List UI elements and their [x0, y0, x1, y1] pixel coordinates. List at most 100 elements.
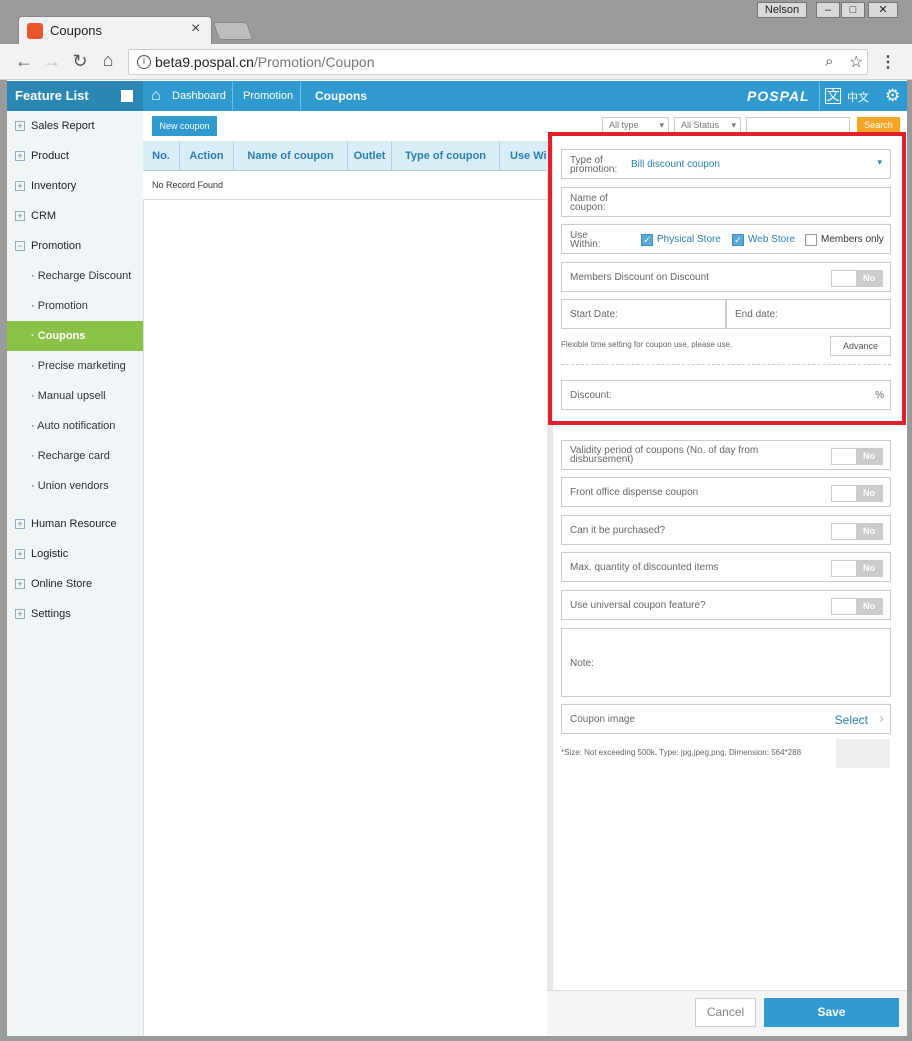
- header-divider: [819, 81, 820, 111]
- purchasable-toggle[interactable]: No: [831, 523, 883, 540]
- breadcrumb-divider: [300, 81, 301, 111]
- sidebar-item-human-resource[interactable]: + Human Resource: [7, 509, 143, 539]
- column-header[interactable]: Use Wi: [500, 141, 547, 171]
- column-header[interactable]: Action: [180, 141, 234, 171]
- table-divider: [143, 199, 547, 200]
- sidebar-item-label: Promotion: [31, 240, 82, 252]
- sidebar-subitem-coupons[interactable]: · Coupons: [7, 321, 143, 351]
- sidebar-item-label: Online Store: [31, 578, 93, 590]
- expand-icon: +: [15, 579, 25, 589]
- maximize-icon[interactable]: □: [841, 2, 865, 18]
- toggle-knob: No: [856, 524, 882, 539]
- new-tab-button[interactable]: [212, 22, 254, 40]
- column-header[interactable]: Name of coupon: [234, 141, 348, 171]
- field-label: Validity period of coupons (No. of day f…: [570, 445, 759, 465]
- sidebar-item-online-store[interactable]: + Online Store: [7, 569, 143, 599]
- browser-tab[interactable]: Coupons ×: [18, 16, 212, 46]
- image-preview-placeholder: [836, 739, 890, 768]
- select-image-link[interactable]: Select: [835, 713, 868, 727]
- sidebar-item-sales-report[interactable]: + Sales Report: [7, 111, 143, 141]
- universal-coupon-field: Use universal coupon feature? No: [561, 590, 891, 620]
- sidebar-item-settings[interactable]: + Settings: [7, 599, 143, 629]
- language-switch[interactable]: 中文: [847, 89, 869, 105]
- front-office-field: Front office dispense coupon No: [561, 477, 891, 507]
- chevron-down-icon: ▾: [659, 120, 664, 130]
- sidebar-subitem-recharge-card[interactable]: · Recharge card: [7, 441, 143, 471]
- subitem-text: Union vendors: [37, 480, 109, 492]
- close-tab-icon[interactable]: ×: [191, 20, 200, 38]
- collapse-sidebar-icon[interactable]: [121, 90, 133, 102]
- sidebar-item-label: Sales Report: [31, 120, 95, 132]
- sidebar-item-product[interactable]: + Product: [7, 141, 143, 171]
- zoom-icon[interactable]: ⌕: [825, 53, 833, 70]
- sidebar-subitem-auto-notification[interactable]: · Auto notification: [7, 411, 143, 441]
- sidebar-subitem-recharge-discount[interactable]: · Recharge Discount: [7, 261, 143, 291]
- home-browser-icon[interactable]: ⌂: [98, 50, 118, 71]
- type-filter-value: All type: [609, 120, 639, 130]
- sidebar-item-label: · Auto notification: [31, 420, 116, 432]
- new-coupon-button[interactable]: New coupon: [152, 116, 217, 136]
- sidebar-item-label: Inventory: [31, 180, 77, 192]
- note-field[interactable]: Note:: [561, 628, 891, 697]
- info-icon[interactable]: i: [137, 55, 151, 69]
- expand-icon: +: [15, 211, 25, 221]
- sidebar-item-crm[interactable]: + CRM: [7, 201, 143, 231]
- translate-icon[interactable]: 文: [825, 88, 841, 104]
- sidebar-subitem-precise-marketing[interactable]: · Precise marketing: [7, 351, 143, 381]
- toggle-knob: No: [856, 561, 882, 576]
- tab-title: Coupons: [50, 23, 103, 38]
- breadcrumb-dashboard[interactable]: Dashboard: [172, 81, 226, 111]
- expand-icon: +: [15, 519, 25, 529]
- address-bar[interactable]: i beta9.pospal.cn/Promotion/Coupon ⌕ ☆: [128, 49, 868, 75]
- sidebar-item-inventory[interactable]: + Inventory: [7, 171, 143, 201]
- subitem-text: Recharge card: [37, 450, 110, 462]
- sidebar-subitem-promotion[interactable]: · Promotion: [7, 291, 143, 321]
- expand-icon: +: [15, 121, 25, 131]
- max-quantity-toggle[interactable]: No: [831, 560, 883, 577]
- sidebar-item-label: · Precise marketing: [31, 360, 126, 372]
- column-header[interactable]: Type of coupon: [392, 141, 500, 171]
- subitem-text: Promotion: [37, 300, 88, 312]
- user-badge[interactable]: Nelson: [757, 2, 807, 18]
- table-header: No. Action Name of coupon Outlet Type of…: [143, 141, 547, 171]
- subitem-text: Auto notification: [37, 420, 116, 432]
- sidebar-subitem-manual-upsell[interactable]: · Manual upsell: [7, 381, 143, 411]
- window-frame-bottom: [0, 1036, 912, 1041]
- validity-period-toggle[interactable]: No: [831, 448, 883, 465]
- forward-icon[interactable]: →: [42, 51, 62, 72]
- minimize-icon[interactable]: –: [816, 2, 840, 18]
- sidebar-item-label: Logistic: [31, 548, 69, 560]
- subitem-text: Precise marketing: [37, 360, 126, 372]
- breadcrumb-promotion[interactable]: Promotion: [243, 81, 293, 111]
- sidebar-subitem-union-vendors[interactable]: · Union vendors: [7, 471, 143, 501]
- gear-icon[interactable]: ⚙: [885, 86, 900, 106]
- bookmark-star-icon[interactable]: ☆: [849, 52, 863, 72]
- coupon-image-field[interactable]: Coupon image Select ›: [561, 704, 891, 734]
- front-office-toggle[interactable]: No: [831, 485, 883, 502]
- reload-icon[interactable]: ↻: [70, 51, 90, 72]
- column-header[interactable]: No.: [143, 141, 180, 171]
- save-button[interactable]: Save: [764, 998, 899, 1027]
- sidebar-item-label: Human Resource: [31, 518, 117, 530]
- sidebar-item-label: · Recharge Discount: [31, 270, 132, 282]
- cancel-button[interactable]: Cancel: [695, 998, 756, 1027]
- window-frame-right: [907, 80, 912, 1041]
- close-window-icon[interactable]: ✕: [868, 2, 898, 18]
- collapse-icon: −: [15, 241, 25, 251]
- expand-icon: +: [15, 151, 25, 161]
- field-label: Use universal coupon feature?: [570, 600, 706, 611]
- sidebar-item-logistic[interactable]: + Logistic: [7, 539, 143, 569]
- back-icon[interactable]: ←: [14, 51, 34, 72]
- sidebar-item-promotion[interactable]: − Promotion: [7, 231, 143, 261]
- column-header[interactable]: Outlet: [348, 141, 392, 171]
- sidebar-header: Feature List: [7, 81, 143, 111]
- field-label: Front office dispense coupon: [570, 487, 699, 498]
- expand-icon: +: [15, 181, 25, 191]
- subitem-text: Recharge Discount: [37, 270, 132, 282]
- app-topbar: ⌂ Dashboard Promotion Coupons POSPAL 文 中…: [143, 81, 907, 111]
- subitem-text: Coupons: [37, 330, 86, 342]
- browser-menu-icon[interactable]: ⋮: [880, 52, 896, 72]
- universal-coupon-toggle[interactable]: No: [831, 598, 883, 615]
- image-size-hint: *Size: Not exceeding 500k, Type: jpg,jpe…: [561, 748, 802, 757]
- home-icon[interactable]: ⌂: [151, 87, 161, 105]
